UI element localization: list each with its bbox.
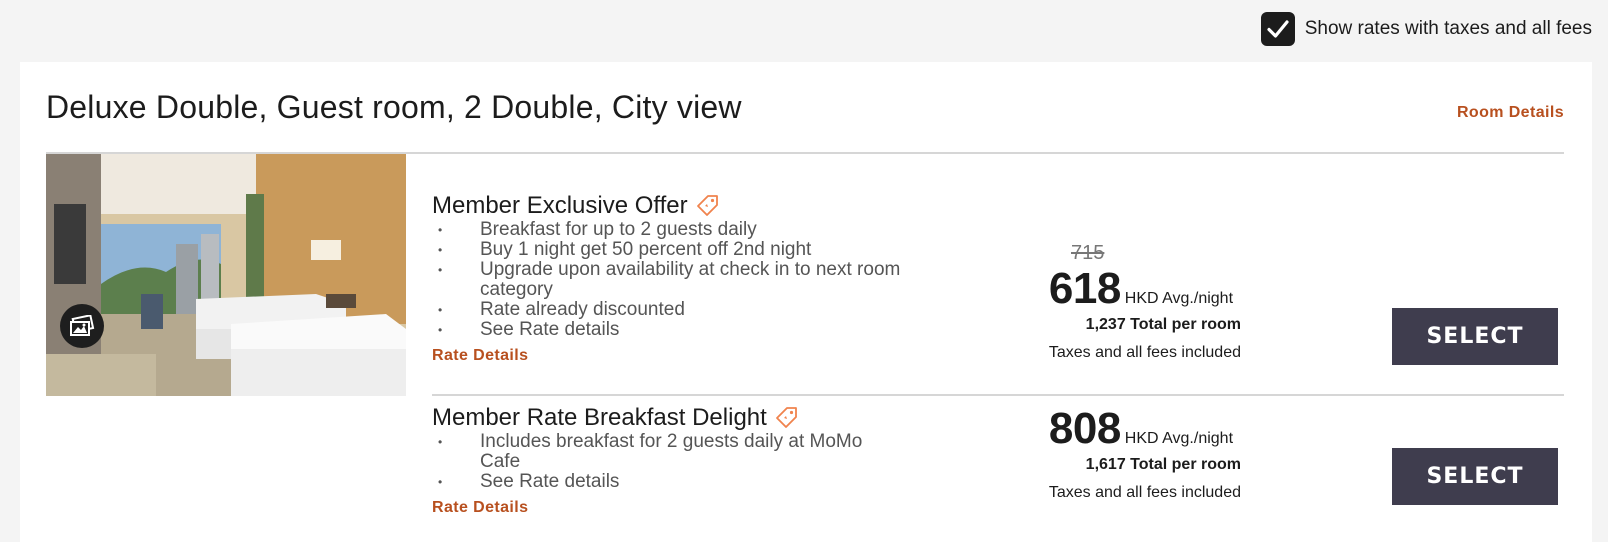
room-title: Deluxe Double, Guest room, 2 Double, Cit… <box>46 89 742 125</box>
select-button[interactable]: SELECT <box>1392 448 1558 505</box>
rate-details-link[interactable]: Rate Details <box>432 499 528 517</box>
price-block: 618 HKD Avg./night 1,237 Total per room … <box>1049 264 1241 362</box>
room-photo-image <box>46 154 406 396</box>
rate-title: Member Exclusive Offer <box>432 192 1564 220</box>
price-tag-icon <box>775 407 797 428</box>
price-unit: HKD Avg./night <box>1124 290 1234 307</box>
list-item: Includes breakfast for 2 guests daily at… <box>432 432 902 472</box>
total-amount: 1,237 <box>1085 316 1126 333</box>
nightly-price: 808 <box>1048 404 1121 453</box>
select-button[interactable]: SELECT <box>1392 308 1558 365</box>
taxes-note: Taxes and all fees included <box>1048 344 1241 361</box>
list-item: Breakfast for up to 2 guests daily <box>432 220 902 241</box>
room-details-link[interactable]: Room Details <box>1457 104 1564 122</box>
rate-title: Member Rate Breakfast Delight <box>432 404 1564 432</box>
taxes-fees-label: Show rates with taxes and all fees <box>1304 18 1592 39</box>
price-tag-icon <box>696 195 718 216</box>
rate-title-text: Member Rate Breakfast Delight <box>432 404 767 431</box>
list-item: Upgrade upon availability at check in to… <box>432 260 902 300</box>
room-card: Deluxe Double, Guest room, 2 Double, Cit… <box>20 62 1592 542</box>
total-label: Total per room <box>1130 316 1241 333</box>
price-block: 808 HKD Avg./night 1,617 Total per room … <box>1049 404 1241 502</box>
total-price: 1,617 Total per room <box>1049 456 1241 474</box>
rate-title-text: Member Exclusive Offer <box>432 192 688 219</box>
nightly-price: 618 <box>1048 264 1121 313</box>
list-item: See Rate details <box>432 472 902 493</box>
price-unit: HKD Avg./night <box>1124 430 1234 447</box>
rates-filter: Show rates with taxes and all fees <box>1260 12 1592 46</box>
total-label: Total per room <box>1130 456 1241 473</box>
list-item: Buy 1 night get 50 percent off 2nd night <box>432 240 902 261</box>
total-price: 1,237 Total per room <box>1049 316 1241 334</box>
list-item: Rate already discounted <box>432 300 902 321</box>
rate-details-link[interactable]: Rate Details <box>432 347 528 365</box>
photo-gallery-button[interactable] <box>60 304 104 348</box>
list-item: See Rate details <box>432 320 902 341</box>
taxes-fees-checkbox[interactable] <box>1260 12 1295 46</box>
photo-gallery-icon <box>70 315 95 336</box>
taxes-note: Taxes and all fees included <box>1048 484 1241 501</box>
total-amount: 1,617 <box>1085 456 1126 473</box>
checkmark-icon <box>1267 20 1289 38</box>
divider <box>432 394 1564 396</box>
original-price: 715 <box>1071 242 1105 264</box>
room-photo[interactable] <box>46 154 406 396</box>
